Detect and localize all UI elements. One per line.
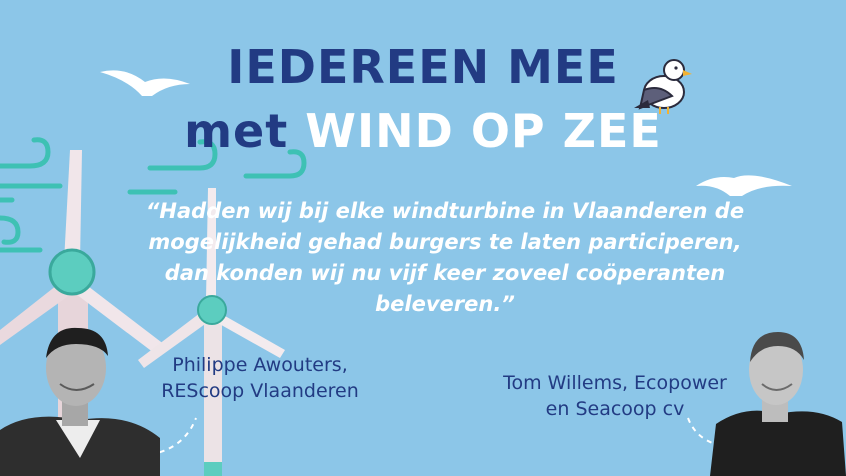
speaker-right: Tom Willems, Ecopower en Seacoop cv (500, 370, 730, 422)
speaker-right-name: Tom Willems, Ecopower (503, 372, 727, 394)
headline-line2: met WIND OP ZEE (0, 104, 846, 158)
speaker-left: Philippe Awouters, REScoop Vlaanderen (160, 352, 360, 404)
speaker-right-org: en Seacoop cv (545, 398, 685, 420)
speaker-left-org: REScoop Vlaanderen (161, 380, 359, 402)
headline-line1: IEDEREEN MEE (227, 40, 619, 94)
headline-main: WIND OP ZEE (305, 104, 662, 158)
quote-text: “Hadden wij bij elke windturbine in Vlaa… (145, 199, 745, 316)
poster: IEDEREEN MEE met WIND OP ZEE “Hadden wij… (0, 0, 846, 476)
speaker-left-name: Philippe Awouters, (172, 354, 348, 376)
headline-prefix: met (184, 104, 289, 158)
avatar (0, 327, 160, 476)
